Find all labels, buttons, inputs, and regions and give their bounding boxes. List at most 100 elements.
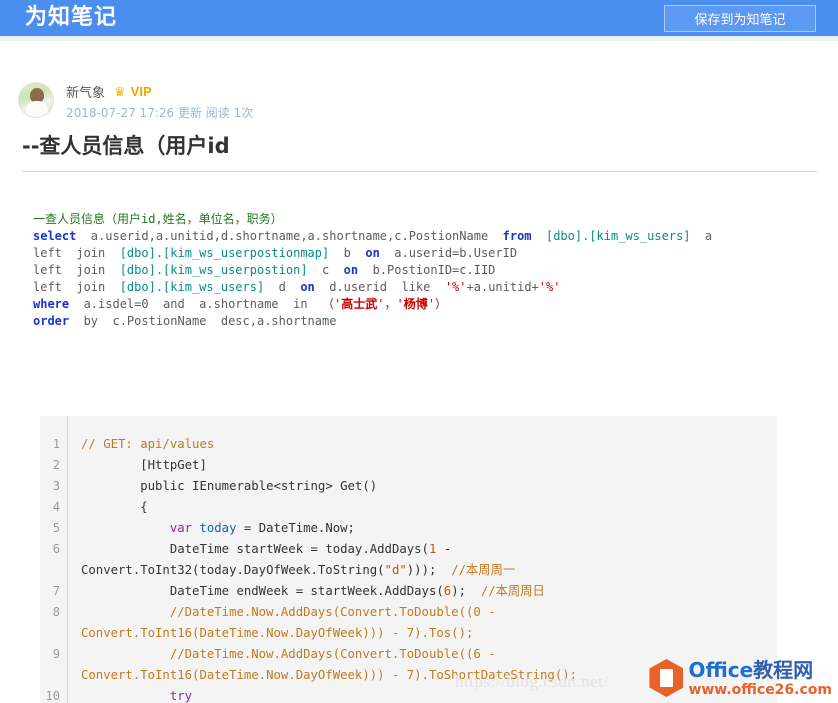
code-line-text: DateTime startWeek = today.AddDays(1 - C…: [81, 539, 777, 581]
sql-token: on: [343, 263, 359, 277]
sql-token: on: [300, 280, 315, 294]
sql-snippet: 一查人员信息（用户id,姓名，单位名，职务） select a.userid,a.…: [33, 211, 712, 330]
code-token: today: [199, 521, 237, 535]
code-token: [HttpGet]: [81, 458, 207, 472]
code-line-text: DateTime endWeek = startWeek.AddDays(6);…: [81, 581, 777, 602]
sql-token: 一查人员信息（用户id,姓名，单位名，职务）: [33, 212, 283, 226]
sql-line: left join [dbo].[kim_ws_userpostion] c o…: [33, 262, 712, 279]
author-block: 新气象 ♛ VIP 2018-07-27 17:26 更新 阅读 1次: [18, 82, 418, 128]
sql-token: '，': [377, 297, 404, 311]
code-token: );: [451, 584, 481, 598]
author-name-row: 新气象 ♛ VIP: [66, 82, 152, 101]
sql-token: on: [365, 246, 380, 260]
code-line: 5 var today = DateTime.Now;: [40, 518, 777, 539]
sql-token: left: [33, 246, 62, 260]
sql-token: left: [33, 280, 62, 294]
code-line-number: 2: [52, 458, 60, 472]
code-token: {: [81, 500, 148, 514]
code-line: 3 public IEnumerable<string> Get(): [40, 476, 777, 497]
avatar[interactable]: [18, 82, 54, 118]
code-line-number: 4: [52, 500, 60, 514]
sql-token: （': [322, 297, 342, 311]
sql-token: '%': [444, 280, 467, 294]
code-token: )));: [406, 563, 452, 577]
code-line: 8 //DateTime.Now.AddDays(Convert.ToDoubl…: [40, 602, 777, 644]
sql-token: b.PostionID=c.IID: [358, 263, 496, 277]
crown-icon: ♛: [114, 84, 126, 99]
sql-line: left join [dbo].[kim_ws_users] d on d.us…: [33, 279, 712, 296]
office-watermark-text: Office教程网 www.office26.com: [688, 660, 832, 697]
sql-token: 高士武: [341, 297, 378, 311]
code-token: //DateTime.Now.AddDays(Convert.ToDouble(…: [81, 605, 503, 640]
code-line-text: public IEnumerable<string> Get(): [81, 476, 777, 497]
sql-token: [dbo].[kim_ws_userpostion]: [119, 263, 308, 277]
sql-token: a.isdel=0 and a.shortname in: [69, 297, 322, 311]
code-line: 4 {: [40, 497, 777, 518]
office-watermark-title-en: Office: [688, 657, 754, 682]
sql-line: 一查人员信息（用户id,姓名，单位名，职务）: [33, 211, 712, 228]
save-to-wiznote-button[interactable]: 保存到为知笔记: [664, 5, 816, 32]
code-line-number: 5: [52, 521, 60, 535]
sql-token: a.userid=b.UserID: [379, 246, 518, 260]
sql-token: select: [33, 229, 77, 243]
office-watermark-title: Office教程网: [688, 660, 832, 680]
office-watermark-title-cn: 教程网: [753, 657, 814, 682]
code-line: 6 DateTime startWeek = today.AddDays(1 -…: [40, 539, 777, 581]
sql-token: '）: [427, 297, 447, 311]
sql-line: select a.userid,a.unitid,d.shortname,a.s…: [33, 228, 712, 245]
code-line: 7 DateTime endWeek = startWeek.AddDays(6…: [40, 581, 777, 602]
code-token: // GET: api/values: [81, 437, 215, 451]
sql-token: left: [33, 263, 62, 277]
office-watermark: Office教程网 www.office26.com: [649, 659, 832, 697]
sql-token: a.userid,a.unitid,d.shortname,a.shortnam…: [76, 229, 503, 243]
avatar-body: [26, 101, 48, 117]
csdn-watermark: https://blog.csdn.net/: [455, 672, 609, 691]
office-logo-document: [660, 669, 674, 687]
code-line-number: 7: [52, 584, 60, 598]
code-token: var: [169, 521, 193, 535]
sql-token: '%': [538, 280, 561, 294]
code-token: //本周周日: [480, 584, 545, 598]
code-token: = DateTime.Now;: [236, 521, 355, 535]
code-line-text: {: [81, 497, 777, 518]
sql-token: by c.PostionName desc,a.shortname: [69, 314, 337, 328]
sql-token: order: [33, 314, 70, 328]
office-watermark-url: www.office26.com: [688, 681, 832, 698]
office-logo-icon: [649, 659, 684, 697]
code-line-text: var today = DateTime.Now;: [81, 518, 777, 539]
sql-token: d: [264, 280, 301, 294]
code-token: try: [169, 689, 193, 703]
app-logo: 为知笔记: [25, 5, 118, 30]
vip-badge: VIP: [130, 84, 152, 99]
header-underline: [0, 38, 838, 41]
code-token: DateTime endWeek = startWeek.AddDays(: [81, 584, 444, 598]
sql-token: where: [33, 297, 70, 311]
sql-token: [dbo].[kim_ws_users]: [119, 280, 265, 294]
sql-token: join: [61, 263, 120, 277]
code-line-number: 10: [45, 689, 60, 703]
sql-token: [dbo].[kim_ws_users]: [545, 229, 691, 243]
sql-token: 杨博: [403, 297, 428, 311]
code-line-text: //DateTime.Now.AddDays(Convert.ToDouble(…: [81, 602, 777, 644]
sql-line: left join [dbo].[kim_ws_userpostionmap] …: [33, 245, 712, 262]
sql-token: a: [690, 229, 713, 243]
code-line-text: [HttpGet]: [81, 455, 777, 476]
code-line-number: 6: [52, 542, 60, 556]
sql-token: b: [329, 246, 366, 260]
sql-line: where a.isdel=0 and a.shortname in （'高士武…: [33, 296, 712, 313]
sql-token: +a.unitid+: [466, 280, 539, 294]
sql-token: c: [307, 263, 344, 277]
code-line-number: 9: [52, 647, 60, 661]
post-meta: 2018-07-27 17:26 更新 阅读 1次: [66, 106, 254, 120]
sql-token: from: [502, 229, 532, 243]
sql-token: join: [61, 246, 120, 260]
title-divider: [22, 171, 817, 172]
author-name[interactable]: 新气象: [66, 82, 105, 101]
code-token: "d": [384, 563, 407, 577]
code-token: //本周周一: [451, 563, 516, 577]
sql-token: d.userid like: [314, 280, 445, 294]
code-token: DateTime startWeek = today.AddDays(: [81, 542, 429, 556]
